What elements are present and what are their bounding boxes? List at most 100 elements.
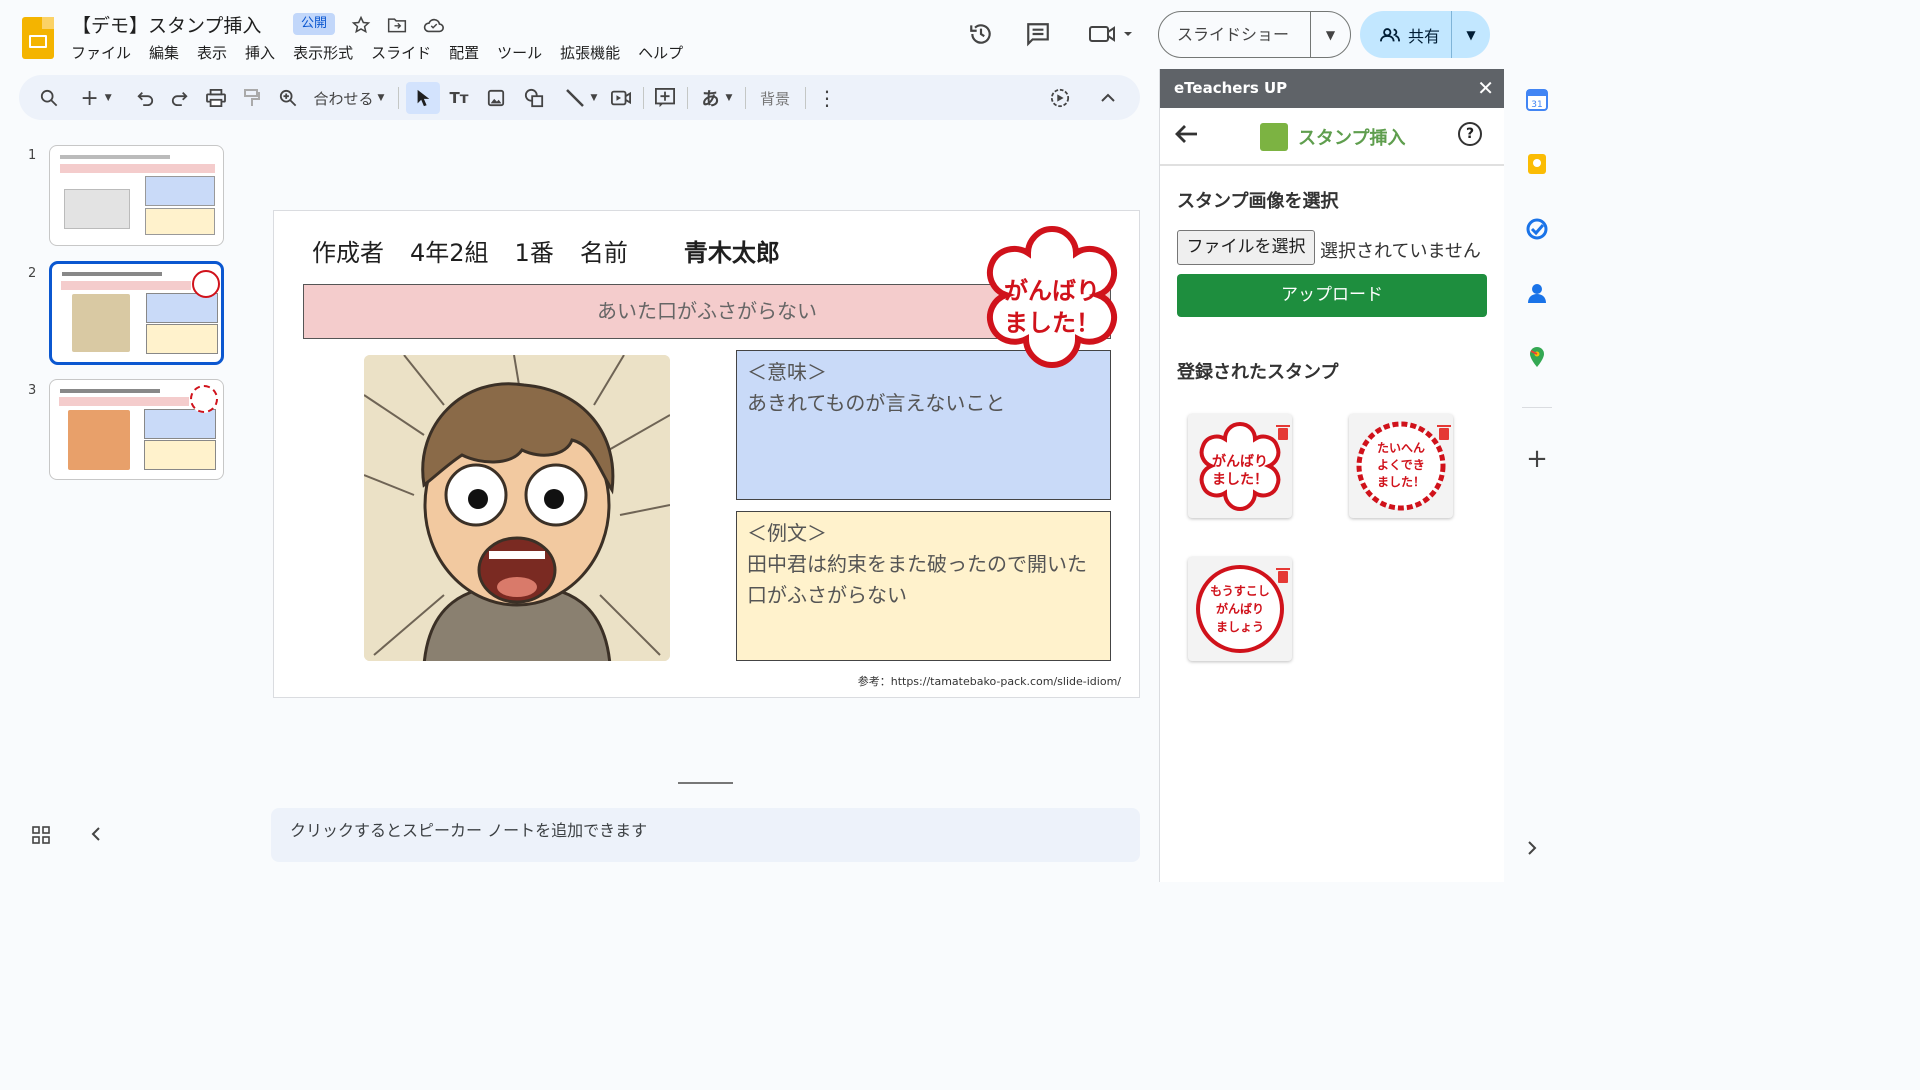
panel-nav: スタンプ挿入 ? bbox=[1160, 108, 1504, 166]
line-icon[interactable]: ▼ bbox=[559, 86, 603, 110]
slide-canvas[interactable]: 作成者 4年2組 1番 名前 青木太郎 あいた口がふさがらない ＜意味＞ あきれ… bbox=[273, 210, 1140, 698]
add-comment-icon[interactable] bbox=[653, 86, 677, 110]
menu-view[interactable]: 表示 bbox=[197, 42, 227, 63]
slideshow-dropdown-icon[interactable]: ▼ bbox=[1311, 28, 1350, 42]
toolbar-divider bbox=[687, 87, 688, 109]
slide-thumbnail-1[interactable] bbox=[49, 145, 224, 246]
stamp-circle-icon: もうすこし がんばり ましょう bbox=[1196, 565, 1284, 653]
registered-stamp-1[interactable]: がんばり ました！ bbox=[1188, 414, 1292, 518]
registered-stamp-2[interactable]: たいへん よくでき ました！ bbox=[1349, 414, 1453, 518]
grid-view-icon[interactable] bbox=[32, 826, 50, 849]
zoom-label: 合わせる bbox=[313, 89, 374, 108]
slideshow-button[interactable]: スライドショー bbox=[1159, 12, 1311, 57]
comments-icon[interactable] bbox=[1024, 20, 1052, 48]
stamp-2-line-1: たいへん bbox=[1377, 441, 1425, 455]
right-side-rail: 31 + bbox=[1504, 0, 1568, 882]
share-label: 共有 bbox=[1408, 26, 1441, 46]
new-slide-icon[interactable]: + ▼ bbox=[75, 86, 117, 111]
menu-insert[interactable]: 挿入 bbox=[245, 42, 275, 63]
toolbar-divider bbox=[398, 87, 399, 109]
menu-arrange[interactable]: 配置 bbox=[449, 42, 479, 63]
shape-icon[interactable] bbox=[522, 86, 546, 110]
menu-slide[interactable]: スライド bbox=[371, 42, 431, 63]
background-button[interactable]: 背景 bbox=[755, 86, 795, 110]
stamp-2-line-3: ました！ bbox=[1377, 475, 1425, 489]
toolbar-divider bbox=[745, 87, 746, 109]
registered-stamps-heading: 登録されたスタンプ bbox=[1177, 362, 1339, 383]
collapse-toolbar-icon[interactable] bbox=[1096, 86, 1120, 110]
menu-file[interactable]: ファイル bbox=[71, 42, 131, 63]
undo-icon[interactable] bbox=[133, 86, 157, 110]
stamp-tool-icon bbox=[1260, 123, 1288, 151]
menu-bar: ファイル 編集 表示 挿入 表示形式 スライド 配置 ツール 拡張機能 ヘルプ bbox=[71, 42, 683, 63]
contacts-icon[interactable] bbox=[1526, 282, 1548, 304]
insert-image-icon[interactable] bbox=[484, 86, 508, 110]
input-tools-icon[interactable]: あ ▼ bbox=[695, 86, 739, 110]
delete-stamp-icon[interactable] bbox=[1437, 425, 1451, 440]
delete-stamp-icon[interactable] bbox=[1276, 568, 1290, 583]
public-badge[interactable]: 公開 bbox=[293, 13, 336, 35]
example-box[interactable]: ＜例文＞ 田中君は約束をまた破ったので開いた口がふさがらない bbox=[736, 511, 1111, 661]
video-insert-icon[interactable] bbox=[609, 86, 633, 110]
keep-icon[interactable] bbox=[1526, 153, 1548, 175]
number-label: 1番 bbox=[514, 239, 554, 267]
help-icon[interactable]: ? bbox=[1458, 122, 1482, 146]
file-select-button[interactable]: ファイルを選択 bbox=[1177, 230, 1315, 265]
more-options-icon[interactable]: ⋮ bbox=[815, 86, 839, 110]
calendar-icon[interactable]: 31 bbox=[1526, 89, 1548, 111]
panel-title: スタンプ挿入 bbox=[1260, 123, 1405, 151]
search-menus-icon[interactable] bbox=[37, 86, 61, 110]
menu-edit[interactable]: 編集 bbox=[149, 42, 179, 63]
expand-panel-icon[interactable] bbox=[1526, 840, 1548, 862]
class-label: 4年2組 bbox=[410, 239, 489, 267]
panel-app-name: eTeachers UP bbox=[1174, 79, 1288, 97]
menu-extensions[interactable]: 拡張機能 bbox=[560, 42, 620, 63]
add-addon-icon[interactable]: + bbox=[1526, 446, 1548, 472]
tasks-icon[interactable] bbox=[1526, 218, 1548, 240]
version-history-icon[interactable] bbox=[967, 20, 995, 48]
print-icon[interactable] bbox=[204, 86, 228, 110]
share-button[interactable]: 共有 bbox=[1360, 11, 1452, 58]
menu-help[interactable]: ヘルプ bbox=[638, 42, 683, 63]
delete-stamp-icon[interactable] bbox=[1276, 425, 1290, 440]
stamp-1-line-1: がんばり bbox=[1212, 453, 1268, 470]
slide-thumbnail-2[interactable] bbox=[49, 261, 224, 365]
collapse-filmstrip-icon[interactable] bbox=[91, 826, 101, 847]
maps-icon[interactable] bbox=[1526, 346, 1548, 368]
toolbar-divider bbox=[805, 87, 806, 109]
stamp-flower-icon: がんばり ました！ bbox=[1199, 421, 1281, 512]
share-dropdown-icon[interactable]: ▼ bbox=[1452, 28, 1490, 42]
stamp-ganbarimashita[interactable]: がんばり ました！ bbox=[967, 221, 1137, 381]
star-icon[interactable] bbox=[350, 14, 372, 36]
input-tools-label: あ bbox=[701, 89, 720, 110]
back-arrow-icon[interactable] bbox=[1175, 122, 1199, 150]
move-folder-icon[interactable] bbox=[386, 14, 408, 36]
registered-stamp-3[interactable]: もうすこし がんばり ましょう bbox=[1188, 557, 1292, 661]
close-icon[interactable]: ✕ bbox=[1477, 69, 1494, 108]
slides-logo-icon[interactable] bbox=[22, 17, 54, 59]
paint-format-icon[interactable] bbox=[240, 86, 264, 110]
panel-header: eTeachers UP ✕ bbox=[1160, 69, 1504, 108]
meaning-text: あきれてものが言えないこと bbox=[747, 391, 1006, 415]
notes-resize-handle[interactable] bbox=[678, 782, 733, 784]
document-title[interactable]: 【デモ】スタンプ挿入 bbox=[72, 11, 261, 38]
stamp-3-line-1: もうすこし bbox=[1210, 584, 1270, 598]
upload-button[interactable]: アップロード bbox=[1177, 274, 1487, 317]
zoom-icon[interactable] bbox=[276, 86, 300, 110]
menu-tools[interactable]: ツール bbox=[497, 42, 542, 63]
animation-icon[interactable] bbox=[1048, 86, 1072, 110]
text-box-icon[interactable]: Tт bbox=[447, 86, 471, 110]
slide-thumbnail-3[interactable] bbox=[49, 379, 224, 480]
zoom-select[interactable]: 合わせる ▼ bbox=[309, 86, 389, 110]
meet-video-icon[interactable] bbox=[1086, 20, 1134, 48]
redo-icon[interactable] bbox=[168, 86, 192, 110]
select-image-heading: スタンプ画像を選択 bbox=[1177, 191, 1339, 212]
example-heading: ＜例文＞ bbox=[747, 521, 827, 545]
student-name: 青木太郎 bbox=[683, 239, 780, 267]
surprised-boy-illustration[interactable] bbox=[364, 355, 670, 661]
speaker-notes[interactable]: クリックするとスピーカー ノートを追加できます bbox=[271, 808, 1140, 862]
select-tool-icon[interactable] bbox=[406, 82, 440, 114]
addon-side-panel: eTeachers UP ✕ スタンプ挿入 ? スタンプ画像を選択 ファイルを選… bbox=[1159, 69, 1504, 882]
menu-format[interactable]: 表示形式 bbox=[293, 42, 353, 63]
cloud-saved-icon[interactable] bbox=[423, 14, 445, 36]
